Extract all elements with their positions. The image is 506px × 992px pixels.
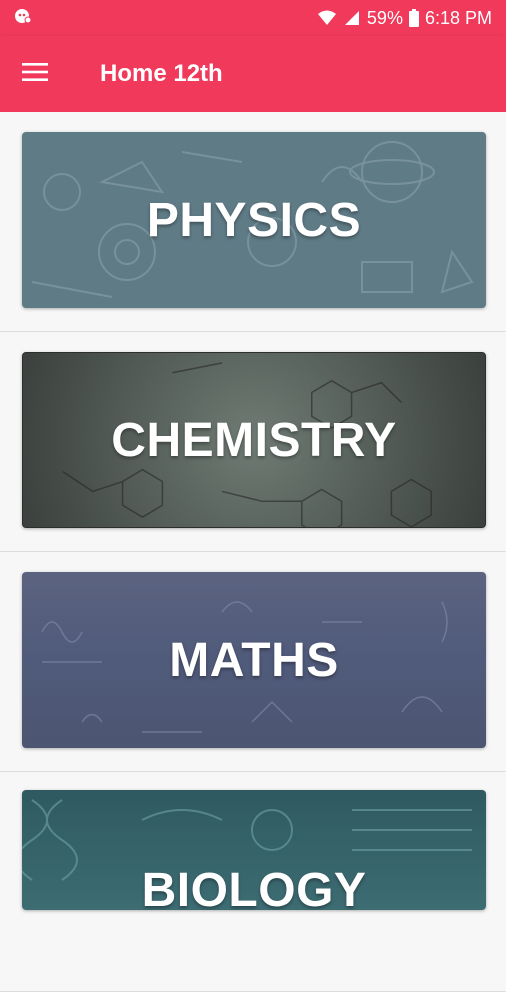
- status-bar: 59% 6:18 PM: [0, 0, 506, 36]
- signal-icon: [343, 9, 361, 27]
- status-time: 6:18 PM: [424, 7, 492, 28]
- list-item: PHYSICS: [0, 112, 506, 332]
- wifi-icon: [317, 9, 337, 27]
- menu-button[interactable]: [0, 36, 70, 112]
- notification-icon: [14, 7, 32, 30]
- battery-level: 59%: [366, 7, 403, 28]
- biology-card[interactable]: BIOLOGY: [22, 790, 486, 910]
- physics-label: PHYSICS: [146, 193, 362, 247]
- maths-card[interactable]: MATHS: [22, 572, 486, 748]
- chemistry-card[interactable]: CHEMISTRY: [22, 352, 486, 528]
- maths-label: MATHS: [169, 633, 339, 687]
- page-title: Home 12th: [100, 60, 223, 87]
- physics-card[interactable]: PHYSICS: [22, 132, 486, 308]
- list-item: BIOLOGY: [0, 772, 506, 992]
- subject-list: PHYSICS CHEMISTRY MATHS BIOLOGY: [0, 112, 506, 992]
- battery-icon: [408, 9, 419, 27]
- list-item: MATHS: [0, 552, 506, 772]
- hamburger-menu-icon: [22, 62, 48, 87]
- biology-label: BIOLOGY: [141, 863, 367, 911]
- chemistry-label: CHEMISTRY: [111, 413, 397, 467]
- list-item: CHEMISTRY: [0, 332, 506, 552]
- app-bar: Home 12th: [0, 36, 506, 112]
